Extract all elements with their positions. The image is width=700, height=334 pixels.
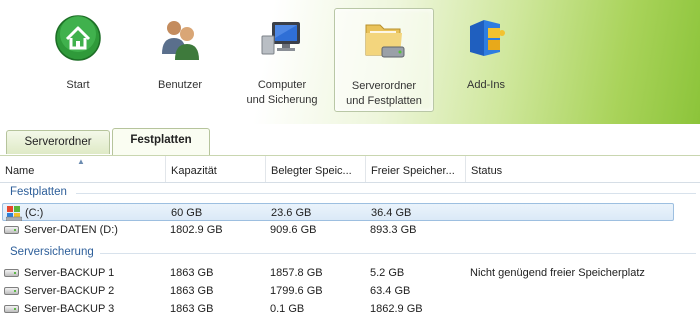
drive-name: Server-DATEN (D:) xyxy=(24,224,118,236)
group-header-festplatten: Festplatten xyxy=(10,186,67,198)
drive-capacity: 1863 GB xyxy=(170,303,214,315)
table-row[interactable]: (C:) 60 GB 23.6 GB 36.4 GB xyxy=(2,203,674,221)
group-divider xyxy=(100,253,696,254)
windows-drive-icon xyxy=(6,206,22,221)
table-row[interactable]: Server-BACKUP 3 1863 GB 0.1 GB 1862.9 GB xyxy=(0,300,700,318)
folder-drive-icon xyxy=(360,15,408,63)
hard-drive-icon xyxy=(4,269,19,277)
drive-capacity: 60 GB xyxy=(171,207,203,219)
addins-icon xyxy=(462,14,510,62)
nav-start-label: Start xyxy=(66,79,90,91)
table-row[interactable]: Server-BACKUP 2 1863 GB 1799.6 GB 63.4 G… xyxy=(0,282,700,300)
nav-serverordner-label: Serverordner und Festplatten xyxy=(346,80,422,107)
list-header: Name ▲ Kapazität Belegter Speic... Freie… xyxy=(0,156,700,183)
nav-computer-label: Computer und Sicherung xyxy=(246,79,318,106)
drive-used: 1799.6 GB xyxy=(270,285,323,297)
nav-start[interactable]: Start xyxy=(28,8,128,112)
drive-free: 36.4 GB xyxy=(371,207,412,219)
home-icon xyxy=(54,14,102,62)
drive-free: 1862.9 GB xyxy=(370,303,423,315)
nav-benutzer-label: Benutzer xyxy=(157,79,203,91)
column-header-status[interactable]: Status xyxy=(466,156,700,182)
tab-serverordner[interactable]: Serverordner xyxy=(6,130,110,154)
nav-addins-label: Add-Ins xyxy=(467,79,505,91)
main-navigation: Start Benutzer Computer und Sicherung Se… xyxy=(0,0,700,124)
group-header-serversicherung: Serversicherung xyxy=(10,246,94,258)
computer-icon xyxy=(258,14,306,62)
drive-used: 0.1 GB xyxy=(270,303,305,315)
drive-capacity: 1863 GB xyxy=(170,267,214,279)
column-header-free[interactable]: Freier Speicher... xyxy=(366,156,466,182)
nav-serverordner[interactable]: Serverordner und Festplatten xyxy=(334,8,434,112)
column-header-capacity[interactable]: Kapazität xyxy=(166,156,266,182)
nav-benutzer[interactable]: Benutzer xyxy=(130,8,230,112)
drive-capacity: 1802.9 GB xyxy=(170,224,223,236)
drive-name: Server-BACKUP 3 xyxy=(24,303,115,315)
drive-name: Server-BACKUP 2 xyxy=(24,285,115,297)
drive-status: Nicht genügend freier Speicherplatz xyxy=(470,267,645,279)
drive-free: 893.3 GB xyxy=(370,224,417,236)
column-header-used[interactable]: Belegter Speic... xyxy=(266,156,366,182)
nav-addins[interactable]: Add-Ins xyxy=(436,8,536,112)
column-header-name[interactable]: Name ▲ xyxy=(0,156,166,182)
nav-computer[interactable]: Computer und Sicherung xyxy=(232,8,332,112)
drive-name: (C:) xyxy=(25,207,44,219)
drive-used: 23.6 GB xyxy=(271,207,312,219)
tab-festplatten[interactable]: Festplatten xyxy=(112,128,210,155)
drive-capacity: 1863 GB xyxy=(170,285,214,297)
drive-free: 63.4 GB xyxy=(370,285,411,297)
hard-drive-icon xyxy=(4,305,19,313)
drive-name: Server-BACKUP 1 xyxy=(24,267,115,279)
drive-used: 909.6 GB xyxy=(270,224,317,236)
tab-bar: Serverordner Festplatten xyxy=(0,124,700,156)
column-header-name-label: Name xyxy=(5,165,35,177)
table-row[interactable]: Server-BACKUP 1 1863 GB 1857.8 GB 5.2 GB… xyxy=(0,264,700,282)
drive-used: 1857.8 GB xyxy=(270,267,323,279)
sort-ascending-icon: ▲ xyxy=(77,157,85,166)
group-divider xyxy=(76,193,696,194)
hard-drive-icon xyxy=(4,287,19,295)
hard-drive-icon xyxy=(4,226,19,234)
drive-free: 5.2 GB xyxy=(370,267,405,279)
users-icon xyxy=(156,14,204,62)
table-row[interactable]: Server-DATEN (D:) 1802.9 GB 909.6 GB 893… xyxy=(0,221,700,239)
